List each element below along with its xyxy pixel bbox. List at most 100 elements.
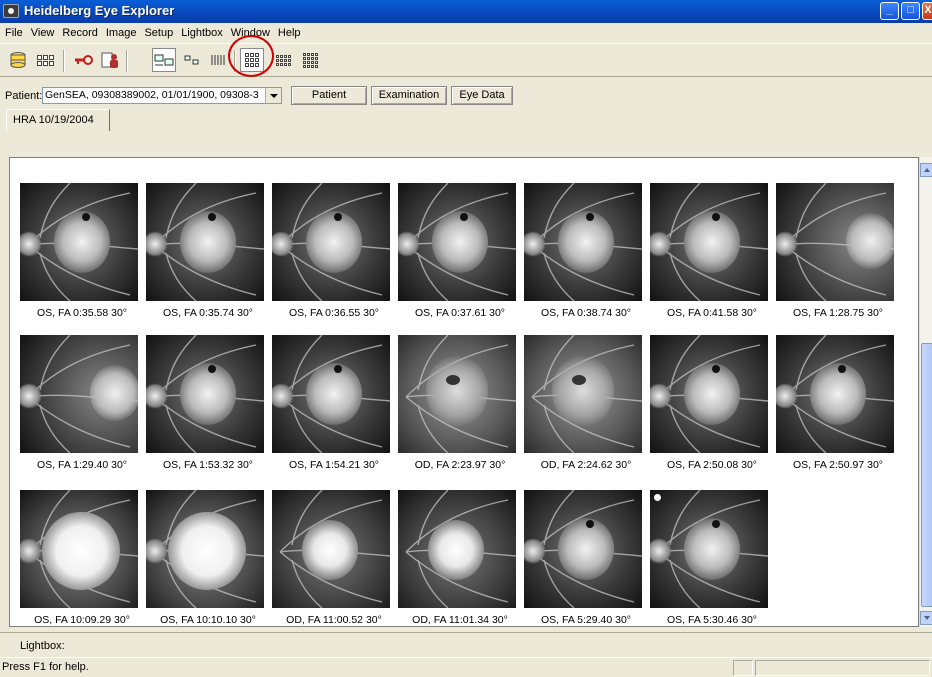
menu-item-lightbox[interactable]: Lightbox xyxy=(177,27,227,39)
fundus-image[interactable] xyxy=(146,183,264,301)
thumbnail-caption: OS, FA 0:36.55 30° xyxy=(288,307,379,319)
overview-grid-icon[interactable] xyxy=(33,48,57,72)
close-button[interactable]: X xyxy=(922,2,932,20)
fundus-image[interactable] xyxy=(398,335,516,453)
menu-item-setup[interactable]: Setup xyxy=(140,27,177,39)
maximize-button[interactable]: □ xyxy=(901,2,920,20)
chevron-down-icon[interactable] xyxy=(265,88,281,103)
fundus-image[interactable] xyxy=(272,335,390,453)
thumbnail-caption: OS, FA 1:28.75 30° xyxy=(792,307,883,319)
fundus-image[interactable] xyxy=(20,183,138,301)
thumbnail-item[interactable]: OS, FA 10:09.29 30° xyxy=(20,490,140,626)
thumbnail-caption: OS, FA 0:35.58 30° xyxy=(36,307,127,319)
fundus-image[interactable] xyxy=(650,335,768,453)
lightbox-grid: OS, FA 0:35.58 30° OS, FA 0:35.74 30° OS, … xyxy=(9,157,919,627)
thumbnail-item[interactable]: OS, FA 0:41.58 30° xyxy=(650,183,770,325)
view-small-icon[interactable] xyxy=(180,48,204,72)
lightbox-4x3-icon[interactable] xyxy=(271,48,295,72)
thumbnail-item[interactable]: OD, FA 11:00.52 30° xyxy=(272,490,392,626)
thumbnail-caption: OS, FA 5:30.46 30° xyxy=(666,614,757,626)
view-single-icon[interactable] xyxy=(152,48,176,72)
fundus-image[interactable] xyxy=(272,490,390,608)
tab-strip: HRA 10/19/2004 xyxy=(0,109,932,131)
status-panel xyxy=(733,660,753,676)
toolbar xyxy=(0,43,932,77)
thumbnail-item[interactable]: OS, FA 5:30.46 30° xyxy=(650,490,770,626)
fundus-image[interactable] xyxy=(20,335,138,453)
menu-item-file[interactable]: File xyxy=(1,27,27,39)
thumbnail-caption: OD, FA 11:01.34 30° xyxy=(412,614,508,626)
key-icon[interactable] xyxy=(71,48,95,72)
fundus-image[interactable] xyxy=(146,490,264,608)
patient-label: Patient: xyxy=(5,90,43,102)
fundus-image[interactable] xyxy=(650,490,768,608)
patient-dropdown[interactable]: GenSEA, 09308389002, 01/01/1900, 09308-3 xyxy=(42,87,282,104)
menu-bar: File View Record Image Setup Lightbox Window He… xyxy=(0,23,932,42)
menu-item-record[interactable]: Record xyxy=(58,27,101,39)
fundus-image[interactable] xyxy=(20,490,138,608)
thumbnail-item[interactable]: OS, FA 1:53.32 30° xyxy=(146,335,266,477)
fundus-image[interactable] xyxy=(272,183,390,301)
fundus-image[interactable] xyxy=(398,183,516,301)
thumbnail-caption: OS, FA 0:35.74 30° xyxy=(162,307,253,319)
fundus-image[interactable] xyxy=(524,490,642,608)
thumbnail-caption: OS, FA 5:29.40 30° xyxy=(540,614,631,626)
thumbnail-caption: OS, FA 1:53.32 30° xyxy=(162,459,253,471)
thumbnail-item[interactable]: OS, FA 2:50.08 30° xyxy=(650,335,770,477)
fundus-image[interactable] xyxy=(398,490,516,608)
thumbnail-item[interactable]: OS, FA 1:29.40 30° xyxy=(20,335,140,477)
examination-button[interactable]: Examination xyxy=(371,86,447,105)
scroll-up-icon[interactable] xyxy=(920,163,932,177)
thumbnail-caption: OS, FA 1:54.21 30° xyxy=(288,459,379,471)
menu-item-view[interactable]: View xyxy=(27,27,59,39)
fundus-image[interactable] xyxy=(776,335,894,453)
thumbnail-caption: OS, FA 2:50.97 30° xyxy=(792,459,883,471)
thumbnail-item[interactable]: OS, FA 5:29.40 30° xyxy=(524,490,644,626)
thumbnail-item[interactable]: OS, FA 0:35.58 30° xyxy=(20,183,140,325)
thumbnail-item[interactable]: OS, FA 1:28.75 30° xyxy=(776,183,896,325)
thumbnail-item[interactable]: OS, FA 1:54.21 30° xyxy=(272,335,392,477)
menu-item-image[interactable]: Image xyxy=(102,27,141,39)
thumbnail-item[interactable]: OS, FA 2:50.97 30° xyxy=(776,335,896,477)
thumbnail-item[interactable]: OD, FA 2:24.62 30° xyxy=(524,335,644,477)
menu-item-help[interactable]: Help xyxy=(274,27,305,39)
lightbox-4x4-icon[interactable] xyxy=(298,48,322,72)
thumbnail-item[interactable]: OS, FA 0:38.74 30° xyxy=(524,183,644,325)
patient-button[interactable]: Patient xyxy=(291,86,367,105)
scroll-thumb[interactable] xyxy=(921,343,932,607)
thumbnail-caption: OD, FA 11:00.52 30° xyxy=(286,614,382,626)
thumbnail-item[interactable]: OD, FA 11:01.34 30° xyxy=(398,490,518,626)
scroll-down-icon[interactable] xyxy=(920,611,932,625)
database-icon[interactable] xyxy=(6,48,30,72)
thumbnail-caption: OD, FA 2:24.62 30° xyxy=(540,459,632,471)
thumbnail-item[interactable]: OD, FA 2:23.97 30° xyxy=(398,335,518,477)
user-record-icon[interactable] xyxy=(98,48,122,72)
thumbnail-caption: OS, FA 0:37.61 30° xyxy=(414,307,505,319)
thumbnail-item[interactable]: OS, FA 0:37.61 30° xyxy=(398,183,518,325)
eye-data-button[interactable]: Eye Data xyxy=(451,86,513,105)
tab-hra[interactable]: HRA 10/19/2004 xyxy=(6,109,110,131)
fundus-image[interactable] xyxy=(776,183,894,301)
highlight-circle-annotation xyxy=(228,35,274,77)
thumbnail-caption: OS, FA 10:10.10 30° xyxy=(160,614,256,626)
toolbar-separator xyxy=(126,50,128,72)
toolbar-separator xyxy=(63,50,65,72)
view-list-icon[interactable] xyxy=(206,48,230,72)
status-text: Press F1 for help. xyxy=(2,661,89,673)
fundus-image[interactable] xyxy=(146,335,264,453)
title-bar: Heidelberg Eye Explorer _ □ X xyxy=(0,0,932,23)
status-bar: Press F1 for help. xyxy=(0,657,932,677)
fundus-image[interactable] xyxy=(524,335,642,453)
thumbnail-item[interactable]: OS, FA 10:10.10 30° xyxy=(146,490,266,626)
thumbnail-caption: OS, FA 10:09.29 30° xyxy=(34,614,130,626)
thumbnail-item[interactable]: OS, FA 0:35.74 30° xyxy=(146,183,266,325)
minimize-button[interactable]: _ xyxy=(880,2,899,20)
lightbox-bar: Lightbox: xyxy=(0,632,932,656)
thumbnail-caption: OS, FA 0:41.58 30° xyxy=(666,307,757,319)
thumbnail-caption: OS, FA 2:50.08 30° xyxy=(666,459,757,471)
fundus-image[interactable] xyxy=(524,183,642,301)
status-panel xyxy=(755,660,930,676)
fundus-image[interactable] xyxy=(650,183,768,301)
thumbnail-item[interactable]: OS, FA 0:36.55 30° xyxy=(272,183,392,325)
vertical-scrollbar[interactable] xyxy=(919,157,932,627)
